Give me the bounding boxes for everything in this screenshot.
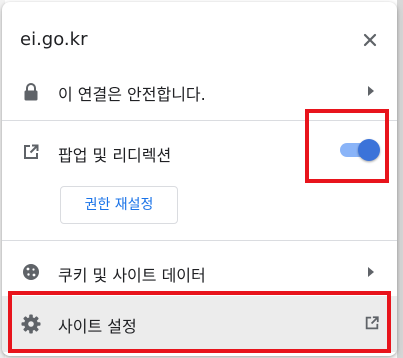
site-info-popup: ei.go.kr 이 연결은 안전합니다. 팝업 및 리디렉션 권한 재설정 쿠… — [2, 2, 397, 356]
open-external-icon — [24, 144, 39, 159]
popups-redirects-toggle[interactable] — [358, 139, 380, 161]
reset-permissions-button[interactable]: 권한 재설정 — [60, 186, 178, 224]
lock-icon — [24, 83, 38, 101]
site-settings-label: 사이트 설정 — [58, 317, 137, 336]
open-external-icon — [365, 316, 379, 330]
chevron-right-icon — [368, 267, 374, 277]
site-domain: ei.go.kr — [20, 29, 88, 50]
cookies-site-data-row[interactable]: 쿠키 및 사이트 데이터 — [2, 250, 397, 294]
close-button[interactable] — [356, 26, 384, 54]
connection-security-row[interactable]: 이 연결은 안전합니다. — [2, 72, 397, 112]
gear-icon — [21, 314, 41, 334]
cookie-icon — [23, 264, 39, 280]
scrollbar-track[interactable] — [397, 0, 403, 358]
chevron-right-icon — [368, 86, 374, 96]
close-icon — [363, 33, 377, 47]
cookies-site-data-label: 쿠키 및 사이트 데이터 — [58, 266, 206, 285]
divider — [2, 120, 397, 121]
site-settings-row[interactable]: 사이트 설정 — [2, 296, 397, 352]
divider — [2, 240, 397, 241]
popups-redirects-label: 팝업 및 리디렉션 — [58, 146, 172, 165]
popups-redirects-row: 팝업 및 리디렉션 — [2, 130, 397, 174]
connection-security-label: 이 연결은 안전합니다. — [58, 85, 206, 104]
